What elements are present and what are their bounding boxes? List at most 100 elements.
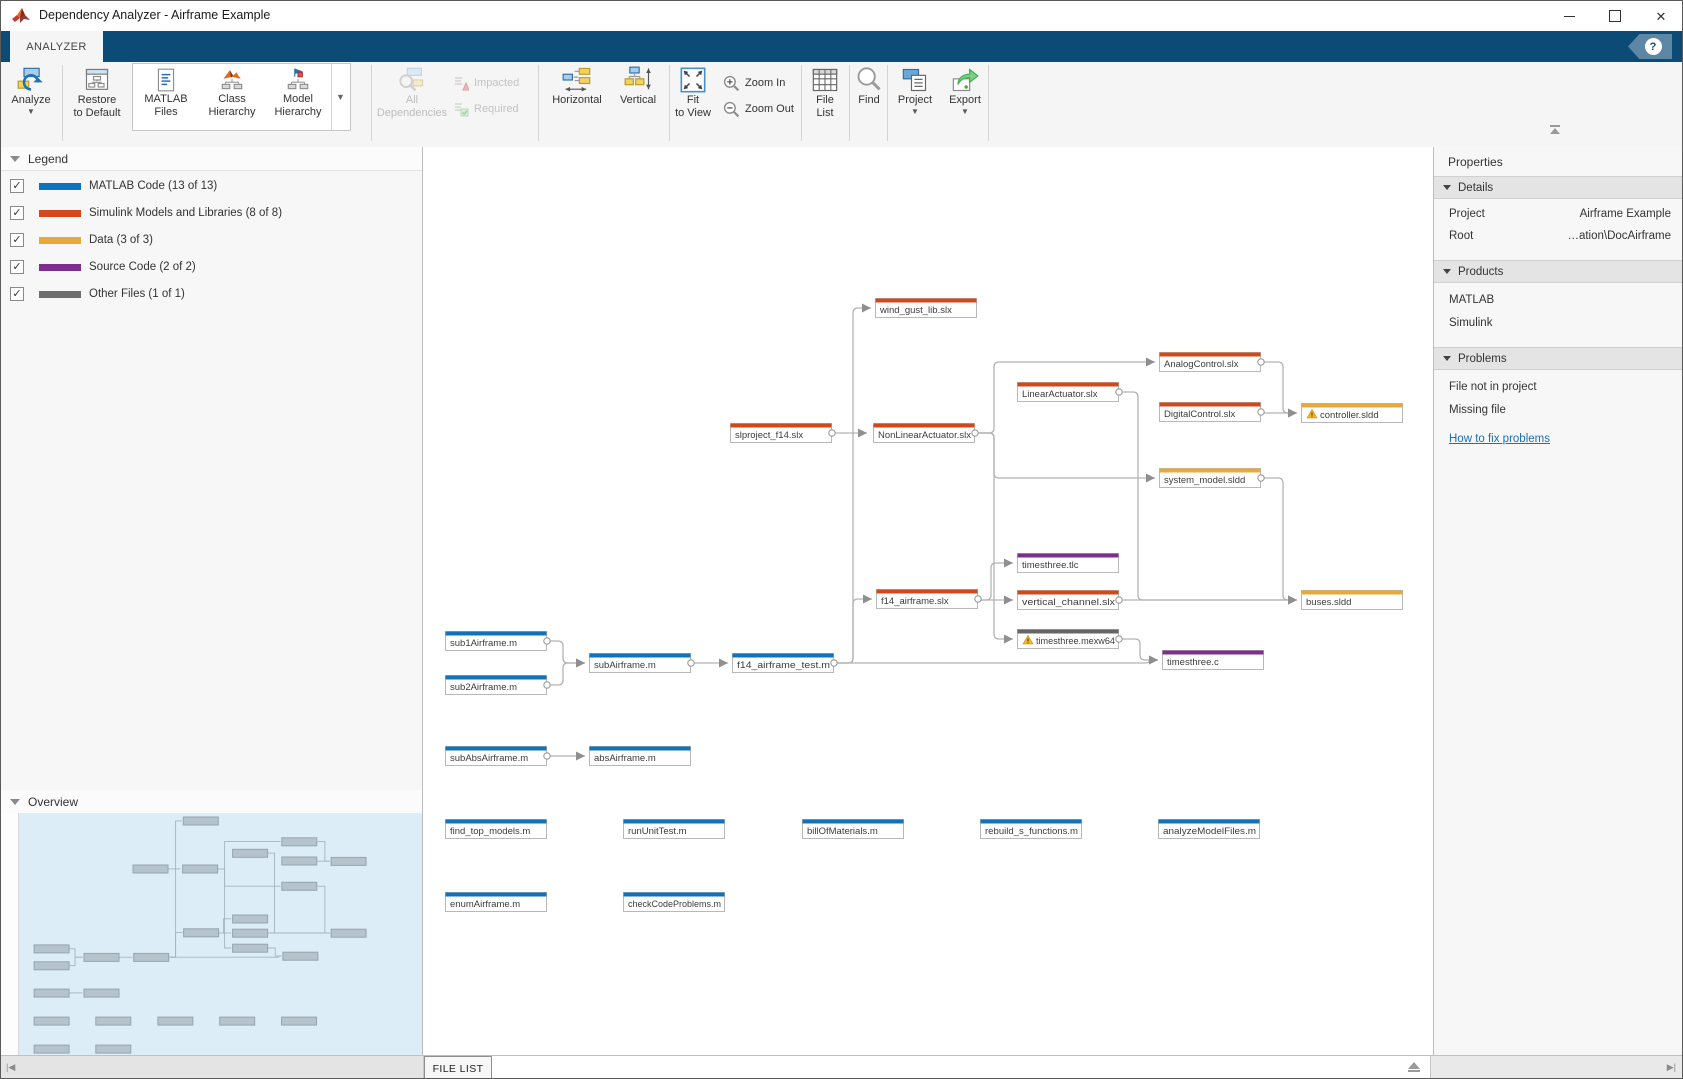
vertical-layout-button[interactable]: Vertical (612, 64, 664, 107)
graph-node[interactable]: controller.sldd (1302, 404, 1403, 423)
minimap-edge (218, 869, 280, 886)
minimap-edge (268, 948, 282, 956)
zoom-in-icon (723, 75, 740, 92)
graph-node[interactable]: DigitalControl.slx (1160, 403, 1265, 422)
collapse-ribbon-icon (1550, 125, 1560, 127)
svg-text:vertical_channel.slx: vertical_channel.slx (1022, 597, 1115, 608)
ribbon-separator (62, 65, 63, 141)
required-button: Required (453, 98, 519, 120)
details-section-header[interactable]: Details (1434, 176, 1683, 199)
maximize-button[interactable] (1592, 1, 1638, 31)
graph-node[interactable]: subAbsAirframe.m (446, 747, 551, 766)
project-icon (901, 66, 929, 94)
dependency-graph-canvas[interactable]: wind_gust_lib.slx AnalogControl.slx Linear… (423, 147, 1433, 1055)
file-list-tab[interactable]: FILE LIST (424, 1056, 492, 1079)
graph-node[interactable]: sub2Airframe.m (446, 676, 551, 695)
graph-node[interactable]: buses.sldd (1302, 591, 1403, 610)
legend-label-simulink: Simulink Models and Libraries (8 of 8) (89, 207, 282, 219)
expand-panel-icon[interactable] (1407, 1062, 1421, 1074)
minimap-node (282, 838, 317, 846)
graph-node[interactable]: timesthree.c (1163, 651, 1264, 670)
minimap-edge (169, 956, 281, 957)
legend-item-simulink: ✓ Simulink Models and Libraries (8 of 8) (1, 203, 282, 223)
minimap-node (183, 865, 218, 873)
graph-node[interactable]: billOfMaterials.m (803, 820, 904, 839)
zoom-out-button[interactable]: Zoom Out (723, 98, 794, 120)
tab-analyzer[interactable]: ANALYZER (10, 31, 103, 62)
horizontal-layout-icon (562, 66, 592, 94)
minimize-icon (1564, 16, 1575, 17)
scroll-right-icon[interactable]: ▶| (1667, 1062, 1676, 1073)
horizontal-layout-button[interactable]: Horizontal (546, 64, 608, 107)
overview-header[interactable]: Overview (1, 790, 422, 814)
legend-header[interactable]: Legend (1, 147, 422, 171)
project-button[interactable]: Project ▼ (891, 64, 939, 116)
matlab-logo-icon (11, 6, 31, 26)
minimap-node (84, 989, 119, 997)
legend-checkbox-matlab-code[interactable]: ✓ (10, 179, 24, 193)
graph-node[interactable]: LinearActuator.slx (1018, 383, 1123, 402)
matlab-files-view-button[interactable]: MATLAB Files (133, 64, 199, 130)
graph-node[interactable]: f14_airframe_test.m (733, 654, 838, 673)
how-to-fix-problems-link[interactable]: How to fix problems (1449, 433, 1550, 445)
graph-node[interactable]: subAirframe.m (590, 654, 695, 673)
export-button[interactable]: Export ▼ (943, 64, 987, 116)
model-hierarchy-view-button[interactable]: Model Hierarchy (265, 64, 331, 130)
graph-node[interactable]: AnalogControl.slx (1160, 353, 1265, 372)
left-panel: Legend ✓ MATLAB Code (13 of 13) ✓ Simuli… (1, 147, 423, 1055)
graph-node[interactable]: system_model.sldd (1160, 469, 1265, 488)
close-button[interactable]: ✕ (1638, 1, 1683, 31)
file-list-button[interactable]: File List (805, 64, 845, 120)
graph-node[interactable]: find_top_models.m (446, 820, 547, 839)
collapse-ribbon-button[interactable] (1547, 125, 1563, 139)
graph-node[interactable]: analyzeModelFiles.m (1159, 820, 1260, 839)
graph-node[interactable]: NonLinearActuator.slx (874, 424, 979, 443)
problems-section-header[interactable]: Problems (1434, 347, 1683, 370)
graph-node[interactable]: vertical_channel.slx (1018, 591, 1123, 610)
overview-title: Overview (28, 795, 78, 809)
views-gallery-dropdown[interactable]: ▼ (331, 64, 349, 130)
status-bar: |◀ FILE LIST ▶| (1, 1055, 1683, 1079)
minimap-node (331, 929, 366, 937)
graph-node[interactable]: enumAirframe.m (446, 893, 547, 912)
graph-node[interactable]: runUnitTest.m (624, 820, 725, 839)
restore-to-default-button[interactable]: Restore to Default (65, 64, 129, 120)
minimap-node (133, 865, 168, 873)
graph-node[interactable]: checkCodeProblems.m (624, 893, 725, 912)
graph-node[interactable]: absAirframe.m (590, 747, 691, 766)
fit-to-view-button[interactable]: Fit to View (669, 64, 717, 120)
graph-node[interactable]: timesthree.tlc (1018, 554, 1119, 573)
graph-node[interactable]: rebuild_s_functions.m (981, 820, 1082, 839)
project-value: Airframe Example (1580, 208, 1671, 220)
legend-checkbox-source-code[interactable]: ✓ (10, 260, 24, 274)
graph-node[interactable]: timesthree.mexw64 (1018, 630, 1123, 649)
minimize-button[interactable] (1546, 1, 1592, 31)
status-scrollbar-left[interactable]: |◀ (1, 1056, 424, 1079)
graph-node[interactable]: wind_gust_lib.slx (876, 299, 977, 318)
details-collapse-icon (1443, 185, 1451, 190)
class-hierarchy-view-button[interactable]: Class Hierarchy (199, 64, 265, 130)
graph-node[interactable]: slproject_f14.slx (731, 424, 836, 443)
export-caret-icon: ▼ (961, 108, 969, 116)
problems-collapse-icon (1443, 356, 1451, 361)
legend-checkbox-other-files[interactable]: ✓ (10, 287, 24, 301)
minimap-node (282, 1017, 317, 1025)
file-list-label1: File (816, 94, 834, 107)
output-port (1116, 389, 1122, 395)
overview-minimap[interactable] (19, 813, 422, 1055)
graph-node[interactable]: f14_airframe.slx (877, 590, 982, 609)
help-button[interactable]: ? (1628, 34, 1672, 59)
analyze-button[interactable]: Analyze ▼ (7, 64, 55, 116)
products-section-header[interactable]: Products (1434, 260, 1683, 283)
legend-checkbox-data[interactable]: ✓ (10, 233, 24, 247)
legend-checkbox-simulink[interactable]: ✓ (10, 206, 24, 220)
root-value: …ation\DocAirframe (1567, 230, 1671, 242)
status-scrollbar-right[interactable]: ▶| (1430, 1056, 1683, 1079)
zoom-in-button[interactable]: Zoom In (723, 72, 785, 94)
scroll-left-icon[interactable]: |◀ (6, 1062, 15, 1073)
graph-node[interactable]: sub1Airframe.m (446, 632, 551, 651)
class-hierarchy-label2: Hierarchy (208, 106, 255, 119)
find-button[interactable]: Find (851, 64, 887, 107)
output-port (1116, 636, 1122, 642)
model-hierarchy-icon (285, 67, 311, 93)
